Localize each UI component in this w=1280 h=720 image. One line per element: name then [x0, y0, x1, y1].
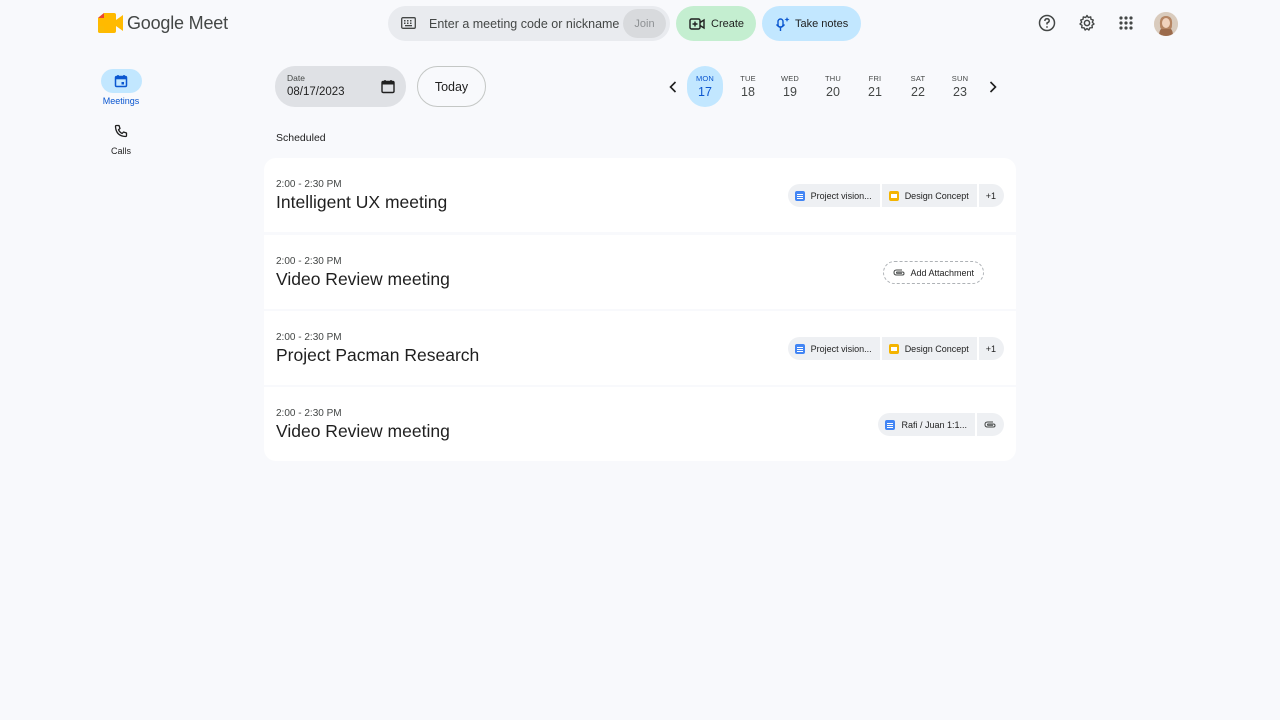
take-notes-label: Take notes [795, 17, 849, 30]
day-name: FRI [868, 74, 882, 83]
nav-calls-pill [101, 119, 142, 143]
avatar[interactable] [1154, 12, 1178, 36]
day-number: 23 [953, 85, 967, 99]
nav-meetings-label: Meetings [102, 96, 140, 106]
attachment-label: Design Concept [904, 343, 969, 354]
nav-meetings-pill [100, 69, 142, 93]
day-fri[interactable]: FRI 21 [857, 66, 893, 107]
attachment-chips: Project vision... Design Concept +1 [787, 184, 1004, 207]
today-button[interactable]: Today [417, 66, 486, 107]
day-number: 18 [741, 85, 755, 99]
slides-icon [888, 190, 899, 201]
meeting-title: Video Review meeting [276, 269, 450, 289]
settings-icon[interactable] [1076, 12, 1098, 34]
meeting-time: 2:00 - 2:30 PM [276, 256, 342, 267]
meeting-title: Project Pacman Research [276, 345, 480, 365]
more-attachments-chip[interactable]: +1 [978, 337, 1004, 360]
add-attachment-label: Add Attachment [910, 267, 974, 278]
meeting-card[interactable]: 2:00 - 2:30 PM Video Review meeting Rafi… [264, 387, 1016, 461]
attachment-icon [893, 269, 905, 276]
calendar-icon [114, 75, 128, 88]
day-wed[interactable]: WED 19 [772, 66, 808, 107]
prev-week-chevron-icon[interactable] [666, 79, 680, 95]
app-logo[interactable]: Google Meet [97, 12, 228, 34]
day-mon[interactable]: MON 17 [687, 66, 723, 107]
attachment-label: Project vision... [810, 190, 872, 201]
day-number: 20 [826, 85, 840, 99]
attachment-chips: Rafi / Juan 1:1... [878, 413, 1004, 436]
date-field-label: Date [287, 73, 305, 83]
app-title: Google Meet [127, 12, 228, 33]
attachment-label: Project vision... [810, 343, 872, 354]
add-attachment-chip[interactable] [977, 413, 1004, 436]
day-name: MON [695, 74, 715, 83]
day-tue[interactable]: TUE 18 [730, 66, 766, 107]
phone-icon [114, 124, 128, 138]
day-sat[interactable]: SAT 22 [900, 66, 936, 107]
create-label: Create [711, 17, 745, 30]
attachment-chip[interactable]: Rafi / Juan 1:1... [878, 413, 975, 436]
meeting-title: Intelligent UX meeting [276, 192, 448, 212]
take-notes-button[interactable]: Take notes [762, 6, 861, 41]
attachment-chips: Project vision... Design Concept +1 [787, 337, 1004, 360]
nav-calls-label: Calls [110, 146, 131, 156]
docs-icon [794, 343, 805, 354]
section-title-scheduled: Scheduled [276, 132, 326, 144]
day-name: THU [824, 74, 841, 83]
attachment-chip[interactable]: Project vision... [787, 337, 880, 360]
join-button[interactable]: Join [623, 9, 666, 38]
mic-sparkle-icon [775, 16, 790, 31]
attachment-label: Rafi / Juan 1:1... [901, 419, 967, 430]
day-name: TUE [740, 74, 756, 83]
nav-meetings[interactable]: Meetings [92, 69, 150, 106]
add-attachment-button[interactable]: Add Attachment [883, 261, 984, 284]
meeting-time: 2:00 - 2:30 PM [276, 179, 342, 190]
video-add-icon [689, 17, 705, 30]
meeting-code-search[interactable]: Join [388, 6, 670, 41]
meeting-code-input[interactable] [429, 14, 619, 34]
day-number: 19 [783, 85, 797, 99]
calendar-picker-icon[interactable] [381, 79, 395, 99]
attachment-chip[interactable]: Design Concept [881, 184, 977, 207]
meeting-card[interactable]: 2:00 - 2:30 PM Intelligent UX meeting Pr… [264, 158, 1016, 232]
day-name: SAT [910, 74, 926, 83]
next-week-chevron-icon[interactable] [986, 79, 1000, 95]
create-button[interactable]: Create [676, 6, 756, 41]
meeting-card[interactable]: 2:00 - 2:30 PM Project Pacman Research P… [264, 311, 1016, 385]
day-thu[interactable]: THU 20 [815, 66, 851, 107]
more-attachments-chip[interactable]: +1 [978, 184, 1004, 207]
attachment-label: Design Concept [904, 190, 969, 201]
docs-icon [885, 419, 896, 430]
day-sun[interactable]: SUN 23 [942, 66, 978, 107]
day-number: 22 [911, 85, 925, 99]
meeting-card[interactable]: 2:00 - 2:30 PM Video Review meeting Add … [264, 235, 1016, 309]
attachment-icon [984, 421, 996, 428]
day-number: 17 [698, 85, 712, 99]
date-field-value: 08/17/2023 [287, 86, 345, 98]
day-name: SUN [951, 74, 969, 83]
attachment-chip[interactable]: Project vision... [787, 184, 880, 207]
meeting-time: 2:00 - 2:30 PM [276, 332, 342, 343]
docs-icon [794, 190, 805, 201]
keyboard-icon [401, 16, 416, 34]
help-icon[interactable] [1036, 12, 1058, 34]
slides-icon [888, 343, 899, 354]
attachment-chip[interactable]: Design Concept [881, 337, 977, 360]
nav-calls[interactable]: Calls [92, 119, 150, 156]
apps-grid-icon[interactable] [1115, 12, 1137, 34]
day-number: 21 [868, 85, 882, 99]
meeting-title: Video Review meeting [276, 421, 450, 441]
meeting-time: 2:00 - 2:30 PM [276, 408, 342, 419]
day-name: WED [780, 74, 800, 83]
date-field[interactable]: Date 08/17/2023 [275, 66, 406, 107]
meet-logo-icon [97, 12, 125, 34]
